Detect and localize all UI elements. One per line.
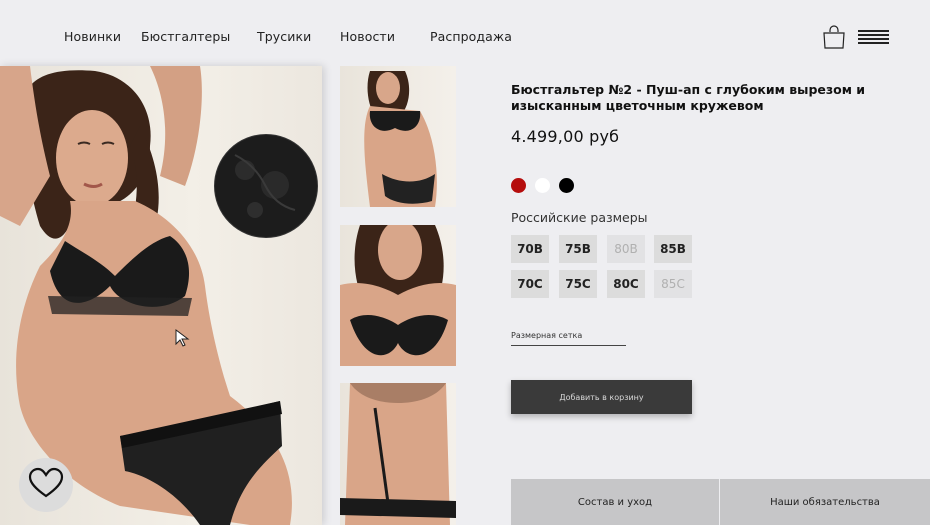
size-button-80c[interactable]: 80C	[607, 270, 645, 298]
size-button-70c[interactable]: 70C	[511, 270, 549, 298]
product-title: Бюстгальтер №2 - Пуш-ап с глубоким вырез…	[511, 82, 866, 113]
size-button-85c: 85C	[654, 270, 692, 298]
size-chart-link[interactable]: Размерная сетка	[511, 331, 626, 346]
thumbnail-closeup-bra[interactable]	[340, 225, 456, 366]
favorite-button[interactable]	[19, 458, 73, 512]
size-button-85b[interactable]: 85B	[654, 235, 692, 263]
size-button-75b[interactable]: 75B	[559, 235, 597, 263]
product-price: 4.499,00 руб	[511, 127, 620, 146]
nav-item-news[interactable]: Новости	[340, 29, 395, 44]
color-swatch-red[interactable]	[511, 178, 526, 193]
nav-item-panties[interactable]: Трусики	[257, 29, 311, 44]
size-button-75c[interactable]: 75C	[559, 270, 597, 298]
size-button-80b: 80B	[607, 235, 645, 263]
heart-icon	[28, 467, 64, 503]
color-swatch-white[interactable]	[535, 178, 550, 193]
main-product-image	[0, 66, 322, 525]
tab-our-commitments[interactable]: Наши обязательства	[720, 479, 930, 525]
nav-item-bras[interactable]: Бюстгалтеры	[141, 29, 230, 44]
color-swatch-black[interactable]	[559, 178, 574, 193]
sizes-label: Российские размеры	[511, 210, 648, 225]
mouse-cursor-icon	[174, 328, 192, 348]
lace-detail-zoom	[214, 134, 318, 238]
hamburger-menu-icon[interactable]	[858, 30, 889, 48]
nav-item-sale[interactable]: Распродажа	[430, 29, 512, 44]
thumbnail-back-view[interactable]	[340, 383, 456, 525]
top-navigation: Новинки Бюстгалтеры Трусики Новости Расп…	[0, 0, 930, 66]
size-button-70b[interactable]: 70B	[511, 235, 549, 263]
shopping-bag-icon[interactable]	[822, 24, 846, 49]
add-to-cart-button[interactable]: Добавить в корзину	[511, 380, 692, 414]
thumbnail-front-view[interactable]	[340, 66, 456, 207]
tab-composition-care[interactable]: Состав и уход	[511, 479, 719, 525]
nav-item-new[interactable]: Новинки	[64, 29, 121, 44]
